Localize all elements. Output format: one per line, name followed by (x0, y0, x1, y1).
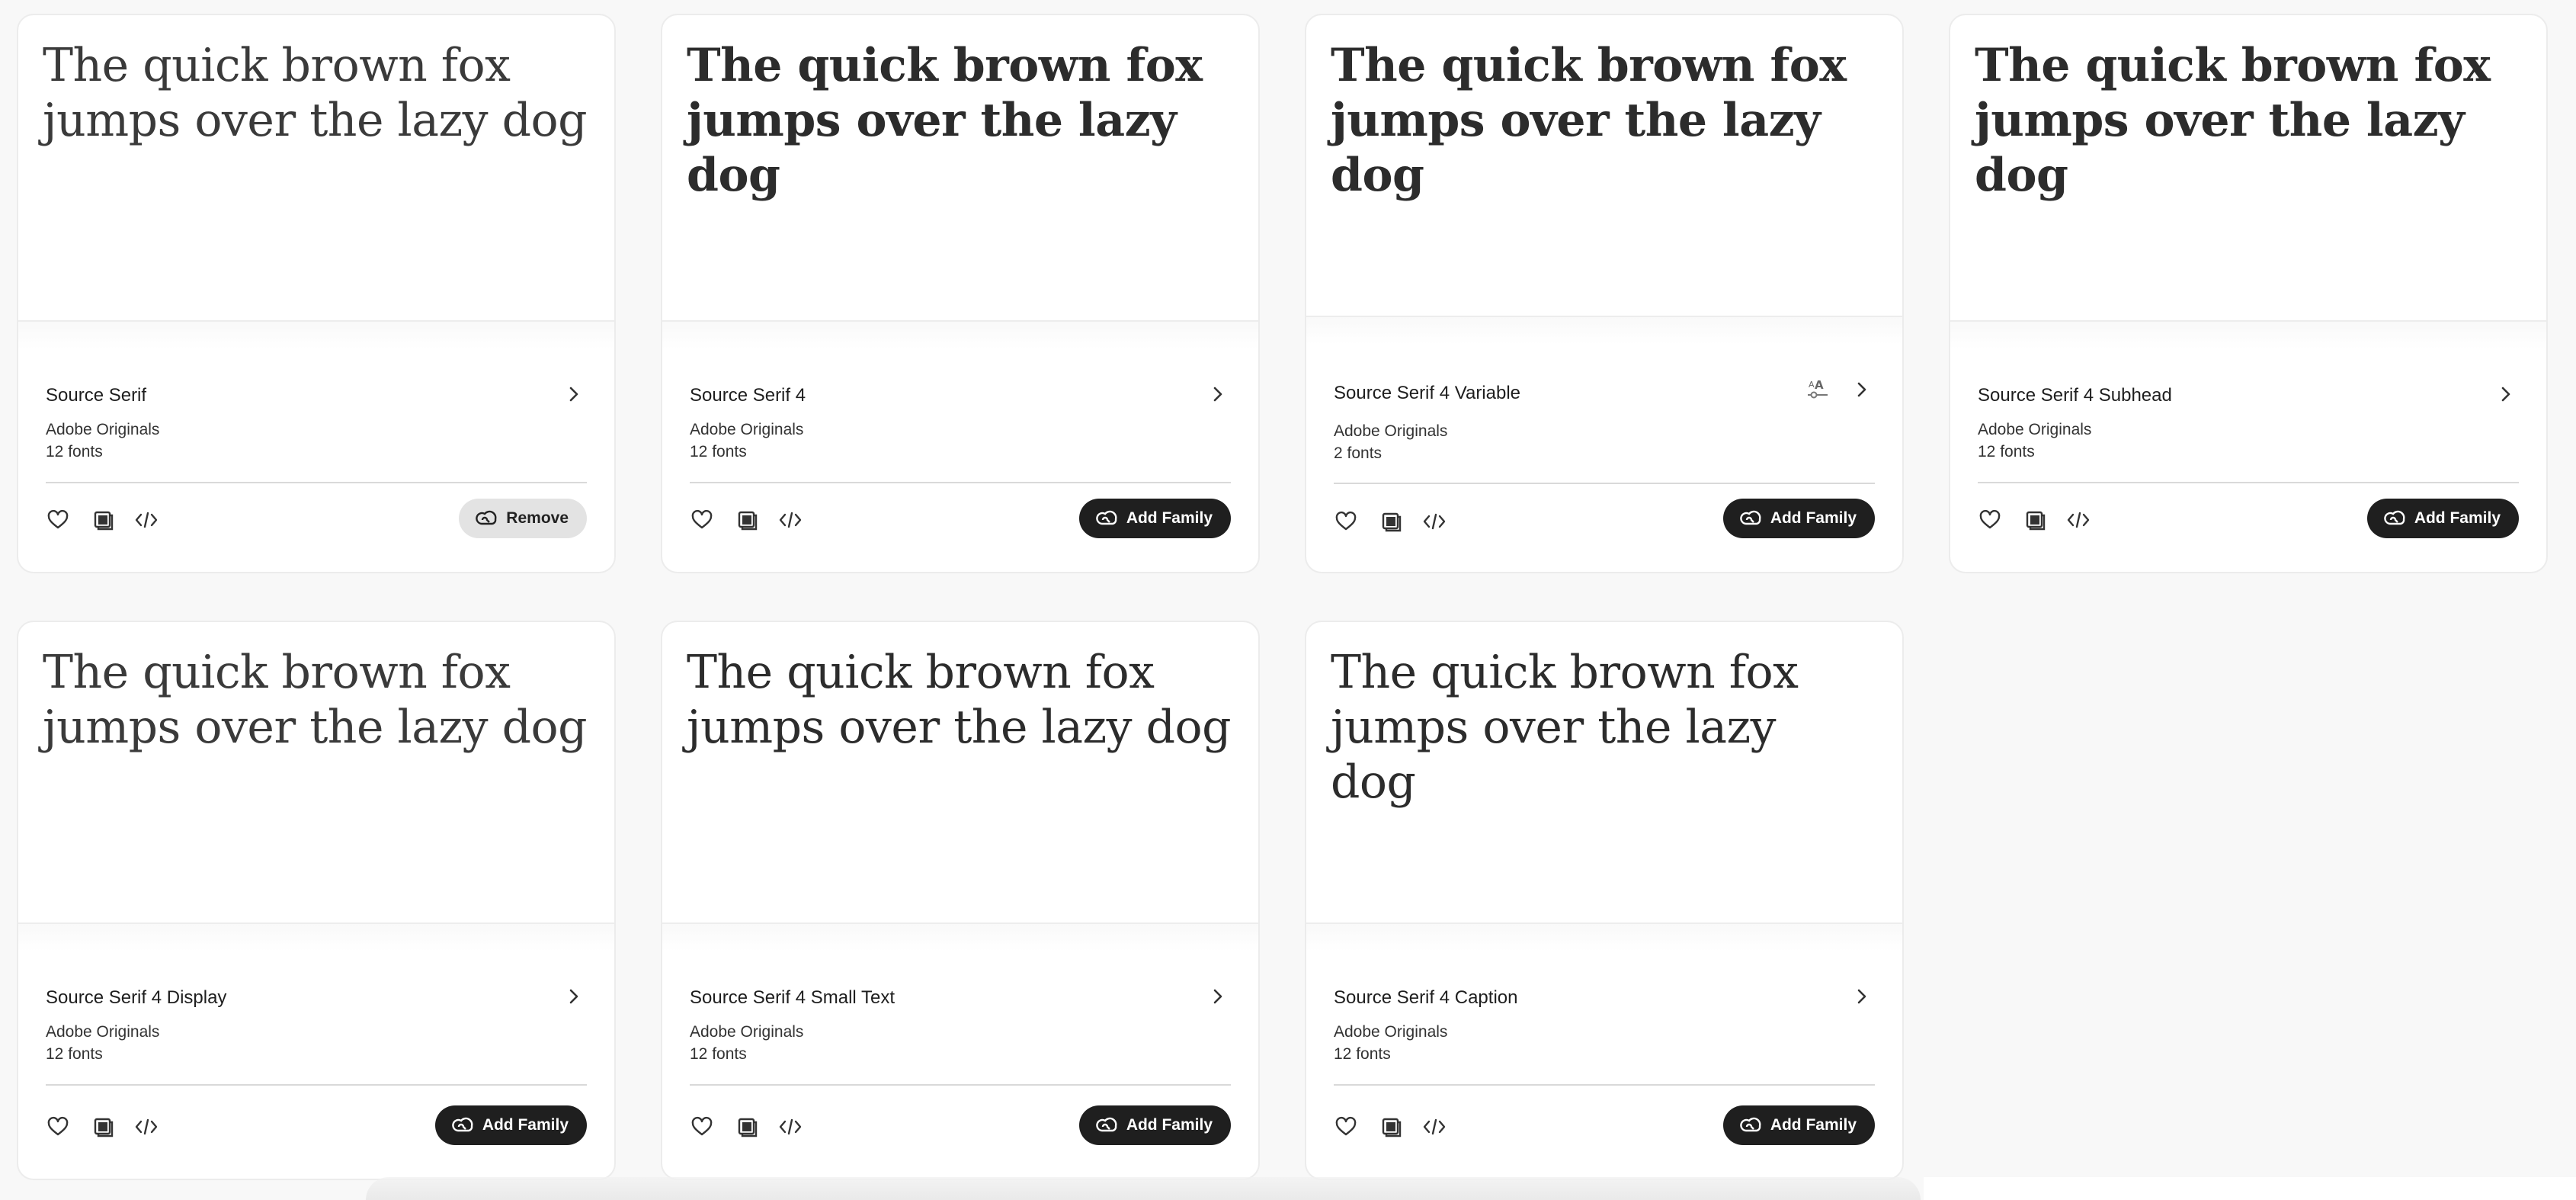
font-card[interactable]: The quick brown fox jumps over the lazy … (661, 14, 1260, 573)
code-icon[interactable] (2065, 506, 2092, 534)
family-name[interactable]: Source Serif 4 Small Text (690, 987, 895, 1009)
svg-text:A: A (1815, 378, 1824, 392)
heart-icon[interactable] (1976, 506, 2004, 534)
copy-icon[interactable] (1377, 508, 1405, 535)
font-preview[interactable]: The quick brown fox jumps over the lazy … (18, 15, 614, 322)
font-count: 2 fonts (1334, 444, 1383, 462)
font-count: 12 fonts (690, 1045, 747, 1063)
code-icon[interactable] (133, 506, 160, 534)
button-label: Add Family (1770, 509, 1857, 527)
chevron-right-icon[interactable] (2494, 383, 2517, 406)
button-label: Add Family (1126, 1116, 1213, 1134)
preview-text: The quick brown fox jumps over the lazy … (1331, 646, 1799, 809)
creative-cloud-icon (1740, 510, 1761, 525)
bottom-background (1924, 1177, 2576, 1200)
preview-text: The quick brown fox jumps over the lazy … (43, 39, 588, 147)
heart-icon[interactable] (1332, 1113, 1360, 1141)
code-icon[interactable] (1421, 508, 1448, 535)
creative-cloud-icon (2384, 510, 2405, 525)
creative-cloud-icon (452, 1117, 473, 1132)
divider (46, 1084, 587, 1086)
preview-text: The quick brown fox jumps over the lazy … (1975, 39, 2491, 202)
font-card[interactable]: The quick brown fox jumps over the lazy … (1305, 14, 1904, 573)
variable-font-icon[interactable]: AA (1805, 375, 1832, 403)
heart-icon[interactable] (1332, 508, 1360, 535)
code-icon[interactable] (1421, 1113, 1448, 1141)
chevron-right-icon[interactable] (1850, 378, 1873, 401)
font-count: 12 fonts (1334, 1045, 1391, 1063)
copy-icon[interactable] (89, 1113, 117, 1141)
foundry-name: Adobe Originals (690, 1023, 804, 1041)
add-family-button[interactable]: Add Family (1078, 499, 1231, 538)
button-label: Add Family (1126, 509, 1213, 527)
add-family-button[interactable]: Add Family (1722, 1105, 1875, 1145)
font-preview[interactable]: The quick brown fox jumps over the lazy … (18, 622, 614, 924)
font-preview[interactable]: The quick brown fox jumps over the lazy … (1306, 622, 1902, 924)
font-card[interactable]: The quick brown fox jumps over the lazy … (661, 621, 1260, 1180)
copy-icon[interactable] (89, 506, 117, 534)
code-icon[interactable] (133, 1113, 160, 1141)
copy-icon[interactable] (2021, 506, 2049, 534)
chevron-right-icon[interactable] (1206, 383, 1229, 406)
add-family-button[interactable]: Add Family (434, 1105, 587, 1145)
bottom-shadow (366, 1177, 1921, 1200)
button-label: Add Family (1770, 1116, 1857, 1134)
code-icon[interactable] (777, 506, 804, 534)
creative-cloud-icon (476, 510, 497, 525)
foundry-name: Adobe Originals (46, 1023, 160, 1041)
preview-text: The quick brown fox jumps over the lazy … (687, 646, 1232, 754)
creative-cloud-icon (1096, 510, 1117, 525)
font-preview[interactable]: The quick brown fox jumps over the lazy … (662, 15, 1258, 322)
font-count: 12 fonts (46, 1045, 103, 1063)
creative-cloud-icon (1740, 1117, 1761, 1132)
chevron-right-icon[interactable] (562, 985, 585, 1008)
family-name[interactable]: Source Serif 4 Caption (1334, 987, 1517, 1009)
copy-icon[interactable] (733, 506, 761, 534)
chevron-right-icon[interactable] (1206, 985, 1229, 1008)
font-card[interactable]: The quick brown fox jumps over the lazy … (1949, 14, 2548, 573)
copy-icon[interactable] (733, 1113, 761, 1141)
divider (690, 1084, 1231, 1086)
add-family-button[interactable]: Add Family (1078, 1105, 1231, 1145)
font-preview[interactable]: The quick brown fox jumps over the lazy … (662, 622, 1258, 924)
family-name[interactable]: Source Serif 4 Variable (1334, 383, 1520, 404)
family-name[interactable]: Source Serif 4 Display (46, 987, 226, 1009)
foundry-name: Adobe Originals (690, 421, 804, 438)
remove-family-button[interactable]: Remove (459, 499, 587, 538)
family-name[interactable]: Source Serif 4 (690, 385, 806, 406)
svg-text:A: A (1809, 380, 1815, 390)
heart-icon[interactable] (44, 506, 72, 534)
add-family-button[interactable]: Add Family (2366, 499, 2519, 538)
family-name[interactable]: Source Serif 4 Subhead (1978, 385, 2172, 406)
heart-icon[interactable] (688, 506, 716, 534)
preview-text: The quick brown fox jumps over the lazy … (43, 646, 588, 754)
font-count: 12 fonts (1978, 443, 2035, 460)
button-label: Remove (506, 509, 569, 527)
font-count: 12 fonts (690, 443, 747, 460)
heart-icon[interactable] (688, 1113, 716, 1141)
copy-icon[interactable] (1377, 1113, 1405, 1141)
foundry-name: Adobe Originals (1334, 1023, 1448, 1041)
foundry-name: Adobe Originals (46, 421, 160, 438)
font-card[interactable]: The quick brown fox jumps over the lazy … (17, 621, 616, 1180)
font-card[interactable]: The quick brown fox jumps over the lazy … (17, 14, 616, 573)
heart-icon[interactable] (44, 1113, 72, 1141)
divider (1334, 1084, 1875, 1086)
font-card[interactable]: The quick brown fox jumps over the lazy … (1305, 621, 1904, 1180)
button-label: Add Family (482, 1116, 569, 1134)
font-count: 12 fonts (46, 443, 103, 460)
font-preview[interactable]: The quick brown fox jumps over the lazy … (1306, 15, 1902, 317)
font-preview[interactable]: The quick brown fox jumps over the lazy … (1950, 15, 2546, 322)
button-label: Add Family (2414, 509, 2501, 527)
chevron-right-icon[interactable] (1850, 985, 1873, 1008)
preview-text: The quick brown fox jumps over the lazy … (1331, 39, 1847, 202)
code-icon[interactable] (777, 1113, 804, 1141)
creative-cloud-icon (1096, 1117, 1117, 1132)
add-family-button[interactable]: Add Family (1722, 499, 1875, 538)
family-name[interactable]: Source Serif (46, 385, 146, 406)
preview-text: The quick brown fox jumps over the lazy … (687, 39, 1203, 202)
chevron-right-icon[interactable] (562, 383, 585, 406)
foundry-name: Adobe Originals (1978, 421, 2092, 438)
foundry-name: Adobe Originals (1334, 422, 1448, 440)
